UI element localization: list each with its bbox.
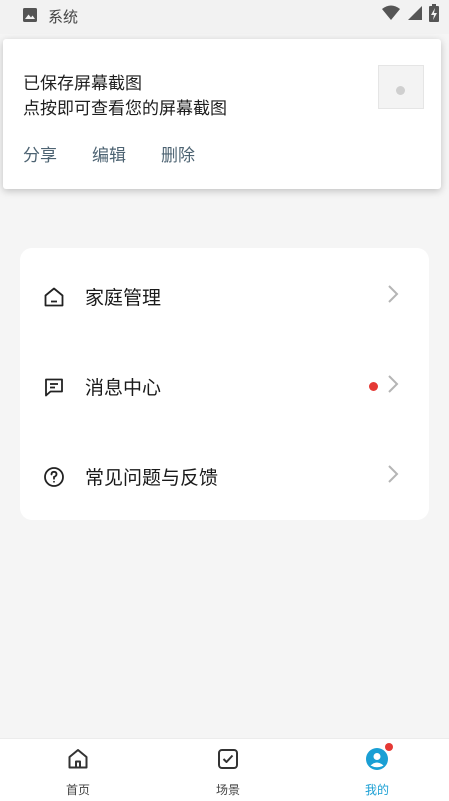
wifi-icon [381, 5, 401, 25]
chevron-right-icon [386, 284, 400, 304]
nav-label: 首页 [65, 783, 90, 797]
menu-item-label: 常见问题与反馈 [85, 467, 219, 489]
status-app-label: 系统 [48, 8, 79, 26]
notification-message: 点按即可查看您的屏幕截图 [23, 99, 227, 119]
nav-item-home[interactable]: 首页 [38, 739, 118, 801]
menu-item-message-center[interactable]: 消息中心 [20, 340, 429, 430]
image-icon [22, 7, 38, 27]
screenshot-notification[interactable]: 已保存屏幕截图 点按即可查看您的屏幕截图 分享 编辑 删除 [3, 39, 441, 189]
notification-badge [385, 743, 393, 751]
home-icon [66, 747, 90, 771]
status-right [381, 4, 439, 26]
menu-item-label: 家庭管理 [85, 287, 162, 309]
nav-label: 我的 [364, 783, 389, 797]
settings-menu-card: 家庭管理 消息中心 常见问题与反馈 [20, 248, 429, 520]
chevron-right-icon [386, 464, 400, 484]
notification-title: 已保存屏幕截图 [23, 74, 142, 94]
delete-button[interactable]: 删除 [161, 141, 195, 166]
message-icon [42, 375, 66, 399]
share-button[interactable]: 分享 [23, 141, 57, 166]
profile-icon [365, 747, 389, 771]
notification-actions: 分享 编辑 删除 [23, 141, 230, 166]
nav-item-profile[interactable]: 我的 [337, 739, 417, 801]
chevron-right-icon [386, 374, 400, 394]
edit-button[interactable]: 编辑 [92, 141, 126, 166]
signal-icon [407, 5, 423, 25]
home-icon [42, 285, 66, 309]
help-icon [42, 465, 66, 489]
menu-item-family-management[interactable]: 家庭管理 [20, 250, 429, 340]
screenshot-thumbnail[interactable] [378, 65, 424, 109]
status-left: 系统 [22, 6, 78, 27]
nav-label: 场景 [215, 783, 240, 797]
checkbox-icon [216, 747, 240, 771]
bottom-navigation: 首页 场景 我的 [0, 738, 449, 801]
battery-charging-icon [429, 4, 439, 26]
status-bar: 系统 [0, 0, 449, 34]
nav-item-scenes[interactable]: 场景 [188, 739, 268, 801]
menu-item-faq-feedback[interactable]: 常见问题与反馈 [20, 430, 429, 520]
unread-badge [369, 382, 378, 391]
menu-item-label: 消息中心 [85, 377, 162, 399]
